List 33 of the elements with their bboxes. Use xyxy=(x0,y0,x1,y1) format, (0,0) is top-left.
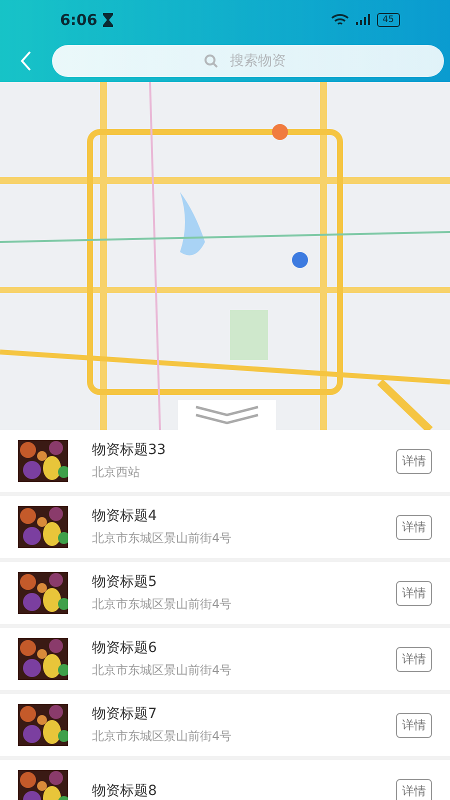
item-title: 物资标题6 xyxy=(92,639,158,657)
item-title: 物资标题5 xyxy=(92,573,158,591)
item-address: 北京西站 xyxy=(92,464,141,481)
details-button[interactable]: 详情 xyxy=(396,448,432,474)
item-title: 物资标题33 xyxy=(92,441,167,459)
search-icon xyxy=(204,54,218,68)
battery-icon: 45 xyxy=(376,13,400,27)
item-address: 北京市东城区景山前街4号 xyxy=(92,662,233,679)
list-item[interactable]: 物资标题6 北京市东城区景山前街4号 详情 xyxy=(0,628,450,690)
list-item[interactable]: 物资标题7 北京市东城区景山前街4号 详情 xyxy=(0,694,450,756)
details-button[interactable]: 详情 xyxy=(396,514,432,540)
details-button[interactable]: 详情 xyxy=(396,646,432,672)
item-address: 北京市东城区景山前街4号 xyxy=(92,530,233,547)
list-item[interactable]: 物资标题8 详情 xyxy=(0,760,450,800)
details-button[interactable]: 详情 xyxy=(396,580,432,606)
list-item[interactable]: 物资标题33 北京西站 详情 xyxy=(0,430,450,492)
clock-time: 6:06 xyxy=(60,11,98,29)
wifi-icon xyxy=(330,13,349,27)
item-title: 物资标题8 xyxy=(92,782,158,800)
signal-icon xyxy=(354,14,371,26)
item-address: 北京市东城区景山前街4号 xyxy=(92,728,233,745)
back-icon xyxy=(20,51,32,71)
hourglass-icon xyxy=(103,13,114,27)
search-field[interactable]: 搜索物资 xyxy=(52,45,444,77)
item-address: 北京市东城区景山前街4号 xyxy=(92,596,233,613)
chevron-down-icon xyxy=(194,405,260,425)
item-title: 物资标题7 xyxy=(92,705,158,723)
list-item[interactable]: 物资标题4 北京市东城区景山前街4号 详情 xyxy=(0,496,450,558)
collapse-button[interactable] xyxy=(178,400,276,430)
item-title: 物资标题4 xyxy=(92,507,158,525)
details-button[interactable]: 详情 xyxy=(396,712,432,738)
details-button[interactable]: 详情 xyxy=(396,778,432,800)
list-item[interactable]: 物资标题5 北京市东城区景山前街4号 详情 xyxy=(0,562,450,624)
